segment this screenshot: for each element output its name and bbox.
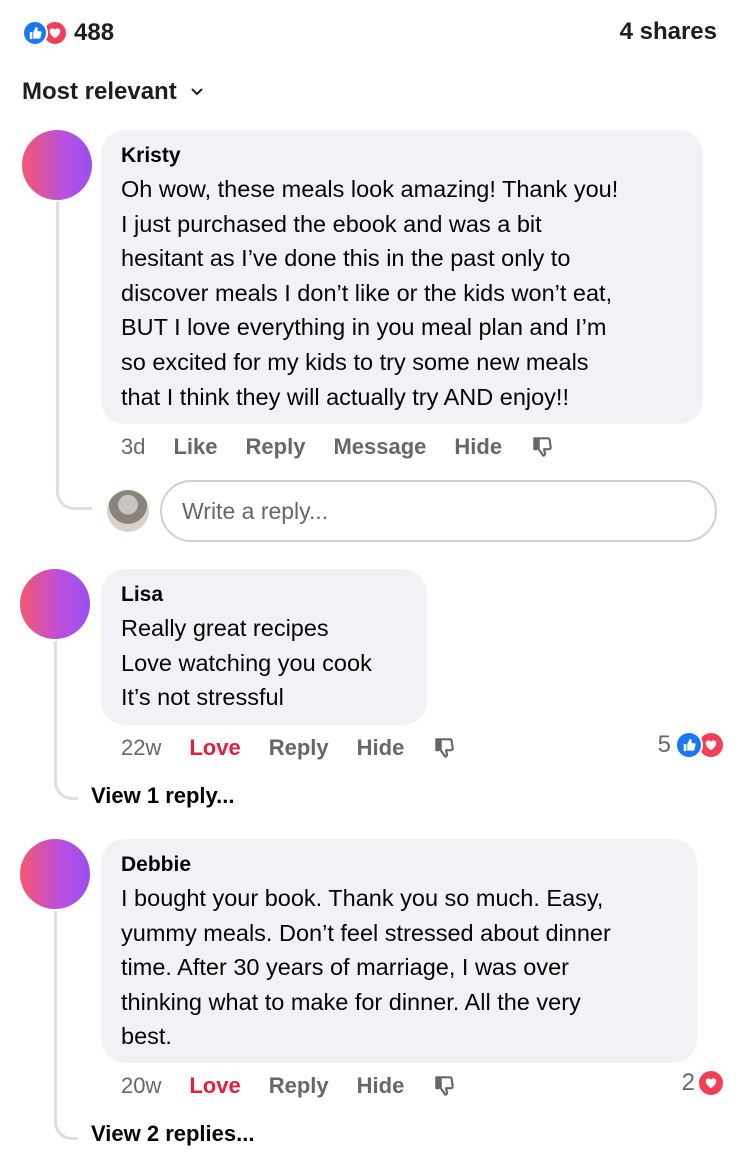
commenter-avatar[interactable] xyxy=(20,839,90,909)
comment-time[interactable]: 20w xyxy=(121,1073,161,1099)
reaction-count: 5 xyxy=(657,731,671,758)
comment-bubble: Kristy Oh wow, these meals look amazing!… xyxy=(101,130,703,424)
like-icon xyxy=(22,20,48,46)
hide-button[interactable]: Hide xyxy=(454,434,502,460)
reply-button[interactable]: Reply xyxy=(269,1073,329,1099)
comment-time[interactable]: 3d xyxy=(121,434,145,460)
commenter-avatar[interactable] xyxy=(22,130,92,200)
comment-author[interactable]: Kristy xyxy=(121,144,683,168)
thread-connector xyxy=(54,778,78,800)
comment-author[interactable]: Debbie xyxy=(121,853,677,877)
thread-connector xyxy=(56,488,92,510)
love-button[interactable]: Love xyxy=(189,1073,240,1099)
chevron-down-icon xyxy=(191,88,203,96)
sort-dropdown[interactable]: Most relevant xyxy=(22,78,203,106)
comment-text: Oh wow, these meals look amazing! Thank … xyxy=(121,176,619,410)
reply-input[interactable]: Write a reply... xyxy=(160,480,717,542)
commenter-avatar[interactable] xyxy=(20,569,90,639)
reply-button[interactable]: Reply xyxy=(246,434,306,460)
sort-label: Most relevant xyxy=(22,78,177,105)
dislike-icon[interactable] xyxy=(432,735,458,761)
reaction-summary[interactable]: 488 xyxy=(22,18,114,48)
reply-composer: Write a reply... xyxy=(107,480,717,542)
thread-line xyxy=(54,641,57,781)
comment-author[interactable]: Lisa xyxy=(121,583,407,607)
reply-button[interactable]: Reply xyxy=(269,735,329,761)
comment-actions: 3d Like Reply Message Hide xyxy=(121,432,584,462)
dislike-icon[interactable] xyxy=(432,1073,458,1099)
reaction-count: 488 xyxy=(74,19,115,46)
thread-line xyxy=(54,911,57,1121)
message-button[interactable]: Message xyxy=(333,434,426,460)
view-replies-link[interactable]: View 1 reply... xyxy=(91,783,234,809)
comment-actions: 22w Love Reply Hide xyxy=(121,733,486,763)
like-icon xyxy=(675,731,703,759)
user-avatar xyxy=(107,490,149,532)
thread-connector xyxy=(54,1118,78,1140)
comment-reaction-count[interactable]: 5 xyxy=(658,731,725,759)
love-icon xyxy=(697,1069,725,1097)
shares-count[interactable]: 4 shares xyxy=(620,18,717,46)
comment-bubble: Debbie I bought your book. Thank you so … xyxy=(101,839,697,1063)
reaction-count: 2 xyxy=(681,1069,695,1096)
thread-line xyxy=(56,202,59,490)
dislike-icon[interactable] xyxy=(530,434,556,460)
like-button[interactable]: Like xyxy=(173,434,217,460)
comment-actions: 20w Love Reply Hide xyxy=(121,1071,486,1101)
comment-time[interactable]: 22w xyxy=(121,735,161,761)
view-replies-link[interactable]: View 2 replies... xyxy=(91,1121,254,1147)
comment-reaction-count[interactable]: 2 xyxy=(682,1069,725,1097)
comment-text: I bought your book. Thank you so much. E… xyxy=(121,885,611,1050)
hide-button[interactable]: Hide xyxy=(357,1073,405,1099)
love-button[interactable]: Love xyxy=(189,735,240,761)
comment-bubble: Lisa Really great recipes Love watching … xyxy=(101,569,427,725)
comment-text: Really great recipes Love watching you c… xyxy=(121,615,372,711)
hide-button[interactable]: Hide xyxy=(357,735,405,761)
